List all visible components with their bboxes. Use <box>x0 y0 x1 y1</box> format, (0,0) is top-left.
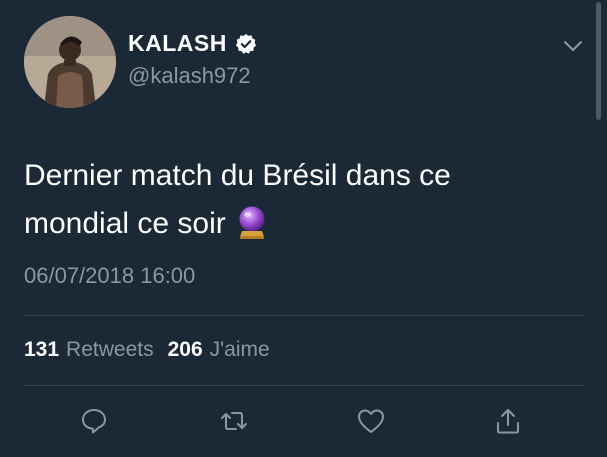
user-handle[interactable]: @kalash972 <box>128 63 251 89</box>
like-button[interactable] <box>354 404 388 438</box>
like-icon <box>358 409 384 433</box>
retweet-icon <box>221 412 247 430</box>
author-name-row: KALASH <box>128 30 257 57</box>
share-button[interactable] <box>491 404 525 438</box>
tweet-text: Dernier match du Brésil dans ce mondial … <box>24 152 564 248</box>
divider-top <box>24 315 584 316</box>
verified-badge-icon <box>235 33 257 55</box>
scrollbar[interactable] <box>596 2 601 120</box>
tweet-text-line-2-text: mondial ce soir <box>24 207 226 240</box>
avatar[interactable] <box>24 16 116 108</box>
retweets-label[interactable]: Retweets <box>66 338 154 362</box>
divider-bottom <box>24 385 584 386</box>
tweet-text-line-2: mondial ce soir <box>24 200 564 248</box>
share-icon <box>497 409 519 434</box>
tweet-text-line-1: Dernier match du Brésil dans ce <box>24 159 451 192</box>
chevron-down-icon[interactable] <box>562 36 584 56</box>
crystal-ball-icon <box>236 205 268 239</box>
retweet-button[interactable] <box>217 404 251 438</box>
reply-button[interactable] <box>77 404 111 438</box>
display-name[interactable]: KALASH <box>128 30 227 57</box>
likes-label[interactable]: J'aime <box>210 338 270 362</box>
tweet-timestamp[interactable]: 06/07/2018 16:00 <box>24 263 195 289</box>
retweets-count[interactable]: 131 <box>24 338 59 362</box>
avatar-image <box>24 16 116 108</box>
tweet-card: KALASH @kalash972 Dernier match du Brési… <box>0 0 607 457</box>
likes-count[interactable]: 206 <box>168 338 203 362</box>
reply-icon <box>82 409 106 434</box>
tweet-stats: 131 Retweets 206 J'aime <box>24 338 284 362</box>
